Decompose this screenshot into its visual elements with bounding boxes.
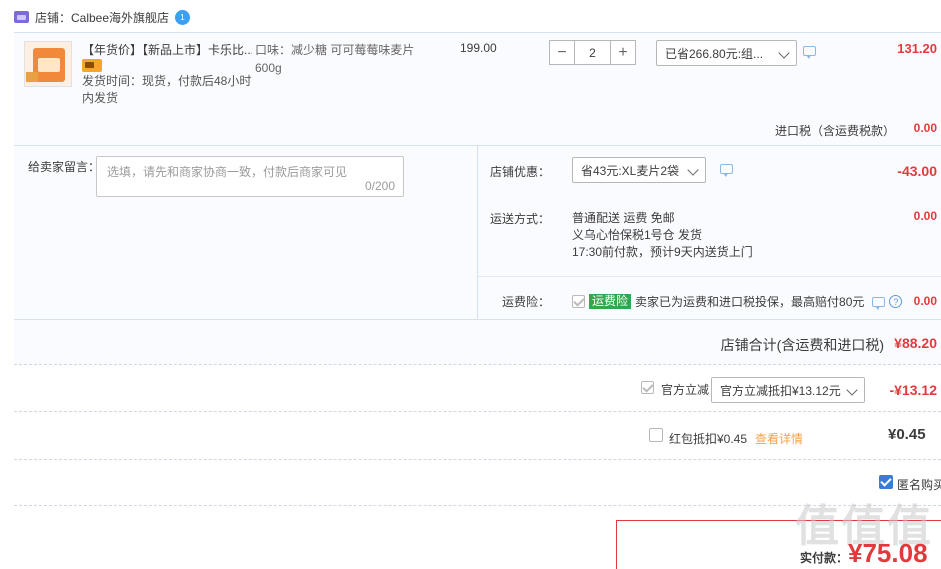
shipping-method: 普通配送 运费 免邮 — [572, 211, 675, 225]
message-char-count: 0/200 — [364, 179, 395, 193]
wangwang-chat-icon[interactable]: 1 — [175, 9, 191, 25]
shop-discount-select-value: 省43元:XL麦片2袋 — [581, 163, 680, 178]
official-discount-label: 官方立减 — [661, 383, 710, 397]
message-label: 给卖家留言： — [28, 160, 101, 174]
insurance-text: 卖家已为运费和进口税投保，最高赔付80元 — [635, 295, 865, 309]
message-placeholder: 选填，请先和商家协商一致，付款后商家可见 — [107, 165, 348, 179]
qty-plus-button[interactable]: + — [610, 40, 636, 65]
red-packet-label: 红包抵扣¥0.45 — [669, 432, 748, 446]
shop-total-row: 店铺合计(含运费和进口税) ¥88.20 — [14, 319, 941, 365]
help-icon[interactable]: ? — [889, 295, 903, 308]
shop-icon — [14, 11, 29, 23]
shop-discount-select[interactable]: 省43元:XL麦片2袋 — [572, 157, 706, 183]
product-sku: 口味：减少糖 可可莓莓味麦片600g — [255, 43, 415, 75]
insurance-label: 运费险： — [501, 295, 550, 309]
shop-discount-amount: -43.00 — [897, 163, 937, 179]
official-discount-amount: -¥13.12 — [889, 382, 937, 398]
tax-label: 进口税（含运费税款） — [774, 124, 895, 138]
shop-options: 店铺优惠： 省43元:XL麦片2袋 -43.00 运送方式： 普通配送 运费 免… — [478, 146, 941, 320]
payment-amount: ¥75.08 — [848, 538, 928, 568]
message-section: 给卖家留言： 选填，请先和商家协商一致，付款后商家可见 0/200 — [14, 146, 478, 320]
shop-total-label: 店铺合计(含运费和进口税) — [720, 337, 884, 353]
divider — [14, 364, 941, 365]
red-packet-checkbox[interactable] — [649, 428, 663, 442]
official-discount-select-value: 官方立减抵扣¥13.12元 — [720, 383, 841, 398]
qty-minus-button[interactable]: − — [549, 40, 575, 65]
payment-label: 实付款： — [800, 551, 849, 565]
chat-icon[interactable] — [803, 46, 816, 59]
unit-price: 199.00 — [460, 41, 497, 55]
item-discount-select-value: 已省266.80元:组... — [665, 46, 764, 61]
shipping-warehouse: 义乌心怡保税1号仓 发货 — [572, 228, 703, 242]
red-packet-details-link[interactable]: 查看详情 — [755, 430, 803, 447]
ship-time: 发货时间：现货，付款后48小时内发货 — [82, 74, 252, 105]
message-input[interactable]: 选填，请先和商家协商一致，付款后商家可见 0/200 — [96, 156, 404, 197]
insurance-checkbox — [572, 295, 585, 308]
insurance-line: 运费险 卖家已为运费和进口税投保，最高赔付80元 ? — [572, 293, 903, 310]
official-discount-checkbox — [641, 381, 654, 394]
chevron-down-icon — [846, 384, 858, 396]
shipping-eta: 17:30前付款，预计9天内送货上门 — [572, 245, 753, 259]
shop-total-amount: ¥88.20 — [894, 335, 937, 351]
chat-icon[interactable] — [872, 296, 886, 310]
quantity-stepper: − 2 + — [549, 40, 636, 65]
divider — [478, 276, 941, 277]
shop-name[interactable]: 店铺：Calbee海外旗舰店 — [35, 9, 169, 26]
item-discount-select[interactable]: 已省266.80元:组... — [656, 40, 797, 66]
divider — [14, 459, 941, 460]
shop-discount-label: 店铺优惠： — [489, 165, 550, 179]
product-tag — [26, 72, 38, 82]
product-thumbnail[interactable] — [24, 41, 72, 87]
chevron-down-icon — [778, 47, 790, 59]
shipping-amount: 0.00 — [913, 209, 937, 223]
divider — [14, 411, 941, 412]
options-row: 给卖家留言： 选填，请先和商家协商一致，付款后商家可见 0/200 店铺优惠： … — [14, 145, 941, 320]
item-row: 【年货价】【新品上市】卡乐比... 发货时间：现货，付款后48小时内发货 口味：… — [14, 33, 941, 145]
official-discount-select[interactable]: 官方立减抵扣¥13.12元 — [711, 377, 865, 403]
insurance-badge: 运费险 — [589, 294, 632, 309]
qty-input[interactable]: 2 — [575, 40, 610, 65]
shop-header: 店铺：Calbee海外旗舰店 1 — [14, 8, 191, 26]
item-subtotal: 131.20 — [897, 41, 937, 56]
tax-amount: 0.00 — [913, 121, 937, 135]
credit-card-icon — [82, 59, 102, 72]
product-title[interactable]: 【年货价】【新品上市】卡乐比... — [82, 41, 252, 58]
chevron-down-icon — [687, 164, 699, 176]
chat-icon[interactable] — [720, 164, 733, 177]
order-panel: 【年货价】【新品上市】卡乐比... 发货时间：现货，付款后48小时内发货 口味：… — [14, 32, 941, 364]
anonymous-checkbox[interactable] — [879, 475, 893, 489]
shipping-label: 运送方式： — [489, 212, 550, 226]
red-packet-amount: ¥0.45 — [888, 426, 926, 443]
shipping-info: 普通配送 运费 免邮 义乌心怡保税1号仓 发货 17:30前付款，预计9天内送货… — [572, 210, 753, 261]
insurance-amount: 0.00 — [913, 294, 937, 308]
